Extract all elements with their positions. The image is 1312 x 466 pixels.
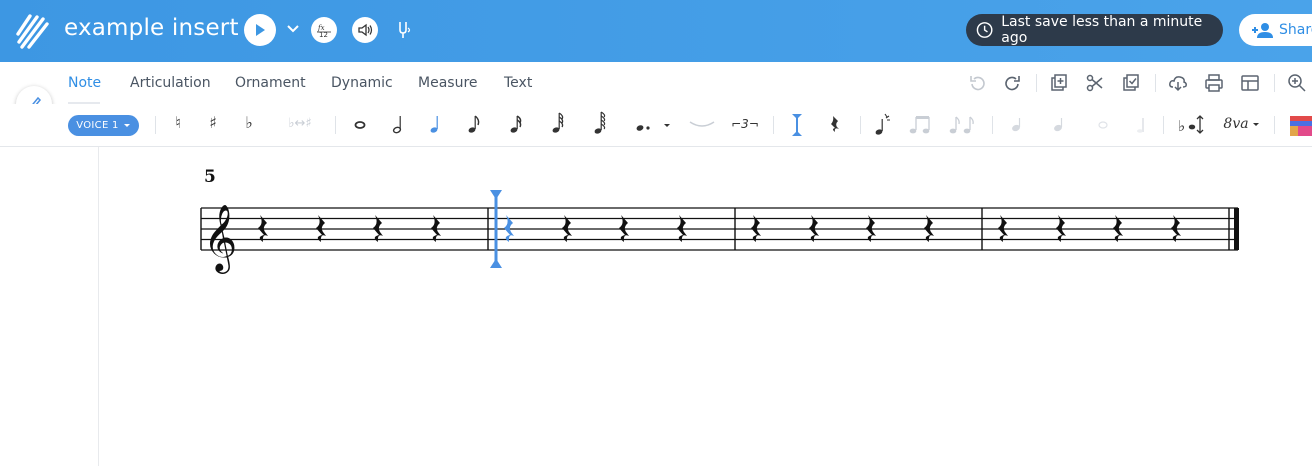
staff-lines xyxy=(201,207,1238,251)
metronome-icon: fx 12 xyxy=(317,24,331,39)
zoom-in-icon[interactable] xyxy=(1287,73,1307,93)
sharp-button[interactable]: ♯ xyxy=(207,113,219,132)
transpose-icon[interactable]: ♭ xyxy=(1177,113,1207,137)
cloud-download-icon[interactable] xyxy=(1168,73,1188,93)
quarter-note-icon[interactable] xyxy=(428,112,444,136)
share-label: Share xyxy=(1279,22,1312,38)
enharmonic-button[interactable]: ♭↔♯ xyxy=(280,116,320,131)
undo-icon[interactable] xyxy=(968,73,988,93)
tab-dynamic[interactable]: Dynamic xyxy=(331,75,393,91)
tab-text[interactable]: Text xyxy=(504,75,532,91)
normal-notehead-icon[interactable] xyxy=(1008,116,1028,134)
sixty-fourth-note-icon[interactable] xyxy=(592,110,608,136)
layout-icon[interactable] xyxy=(1240,73,1260,93)
slash-notehead-icon[interactable] xyxy=(1093,116,1113,134)
sixteenth-note-icon[interactable] xyxy=(508,112,524,136)
left-panel xyxy=(0,147,99,466)
treble-clef: 𝄞 xyxy=(203,203,237,274)
paste-icon[interactable] xyxy=(1121,73,1141,93)
ottava-button[interactable]: 8va xyxy=(1223,116,1249,132)
toolbar-divider xyxy=(773,116,774,134)
top-bar: example insert fx 12 Last save less than… xyxy=(0,0,1312,62)
speaker-icon xyxy=(358,23,373,37)
save-status-text: Last save less than a minute ago xyxy=(1001,14,1203,46)
final-barline-thick xyxy=(1234,208,1239,250)
toolbar-divider xyxy=(992,116,993,134)
toolbar-divider xyxy=(1036,74,1037,92)
chevron-down-icon xyxy=(123,123,130,127)
grace-note-icon[interactable] xyxy=(872,112,892,138)
share-button[interactable]: Share xyxy=(1239,14,1312,46)
tab-bar: Note Articulation Ornament Dynamic Measu… xyxy=(0,62,1312,104)
add-person-icon xyxy=(1252,23,1273,38)
unbeam-icon[interactable] xyxy=(948,112,978,136)
dotted-note-icon[interactable] xyxy=(633,115,673,135)
tab-note[interactable]: Note xyxy=(68,75,101,91)
toolbar-divider xyxy=(155,116,156,134)
measure-number: 5 xyxy=(204,167,216,187)
natural-button[interactable]: ♮ xyxy=(172,113,184,132)
toolbar-divider xyxy=(1274,74,1275,92)
tie-icon[interactable] xyxy=(688,118,716,130)
whole-note-icon[interactable] xyxy=(352,114,368,134)
voice-selector[interactable]: VOICE 1 xyxy=(68,115,139,136)
tab-measure[interactable]: Measure xyxy=(418,75,478,91)
rest-icon[interactable] xyxy=(828,114,842,136)
redo-icon[interactable] xyxy=(1002,73,1022,93)
half-note-icon[interactable] xyxy=(391,112,407,136)
add-measure-icon[interactable] xyxy=(1049,73,1069,93)
svg-text:♭: ♭ xyxy=(1178,117,1185,135)
score-title[interactable]: example insert xyxy=(64,15,239,41)
beam-icon[interactable] xyxy=(908,112,934,136)
toolbar-divider xyxy=(1155,74,1156,92)
metronome-button[interactable]: fx 12 xyxy=(311,17,337,43)
tuplet-button[interactable]: ⌐3¬ xyxy=(730,117,760,131)
eighth-note-icon[interactable] xyxy=(466,112,482,136)
tuning-fork-icon[interactable] xyxy=(396,20,414,40)
voice-label: VOICE 1 xyxy=(76,120,119,131)
chevron-down-icon[interactable] xyxy=(286,24,300,34)
play-button[interactable] xyxy=(244,14,276,46)
toolbar-divider xyxy=(335,116,336,134)
staff-system[interactable]: 𝄞 xyxy=(195,185,1255,275)
scissors-icon[interactable] xyxy=(1085,73,1105,93)
app-logo-icon[interactable] xyxy=(14,12,50,50)
save-status-badge: Last save less than a minute ago xyxy=(966,14,1223,46)
insert-cursor-icon[interactable] xyxy=(790,113,804,137)
flat-button[interactable]: ♭ xyxy=(243,113,255,132)
toolbar-divider xyxy=(1163,116,1164,134)
print-icon[interactable] xyxy=(1204,73,1224,93)
tab-articulation[interactable]: Articulation xyxy=(130,75,211,91)
toolbar-divider xyxy=(860,116,861,134)
clock-icon xyxy=(976,22,993,38)
chevron-down-icon[interactable] xyxy=(1251,121,1261,129)
volume-button[interactable] xyxy=(352,17,378,43)
toolbar-divider xyxy=(1274,116,1275,134)
ghost-notehead-icon[interactable] xyxy=(1132,116,1150,134)
thirty-second-note-icon[interactable] xyxy=(550,110,566,136)
color-palette-icon[interactable] xyxy=(1290,116,1312,136)
tab-ornament[interactable]: Ornament xyxy=(235,75,306,91)
cross-notehead-icon[interactable] xyxy=(1050,116,1070,134)
play-icon xyxy=(256,24,265,36)
